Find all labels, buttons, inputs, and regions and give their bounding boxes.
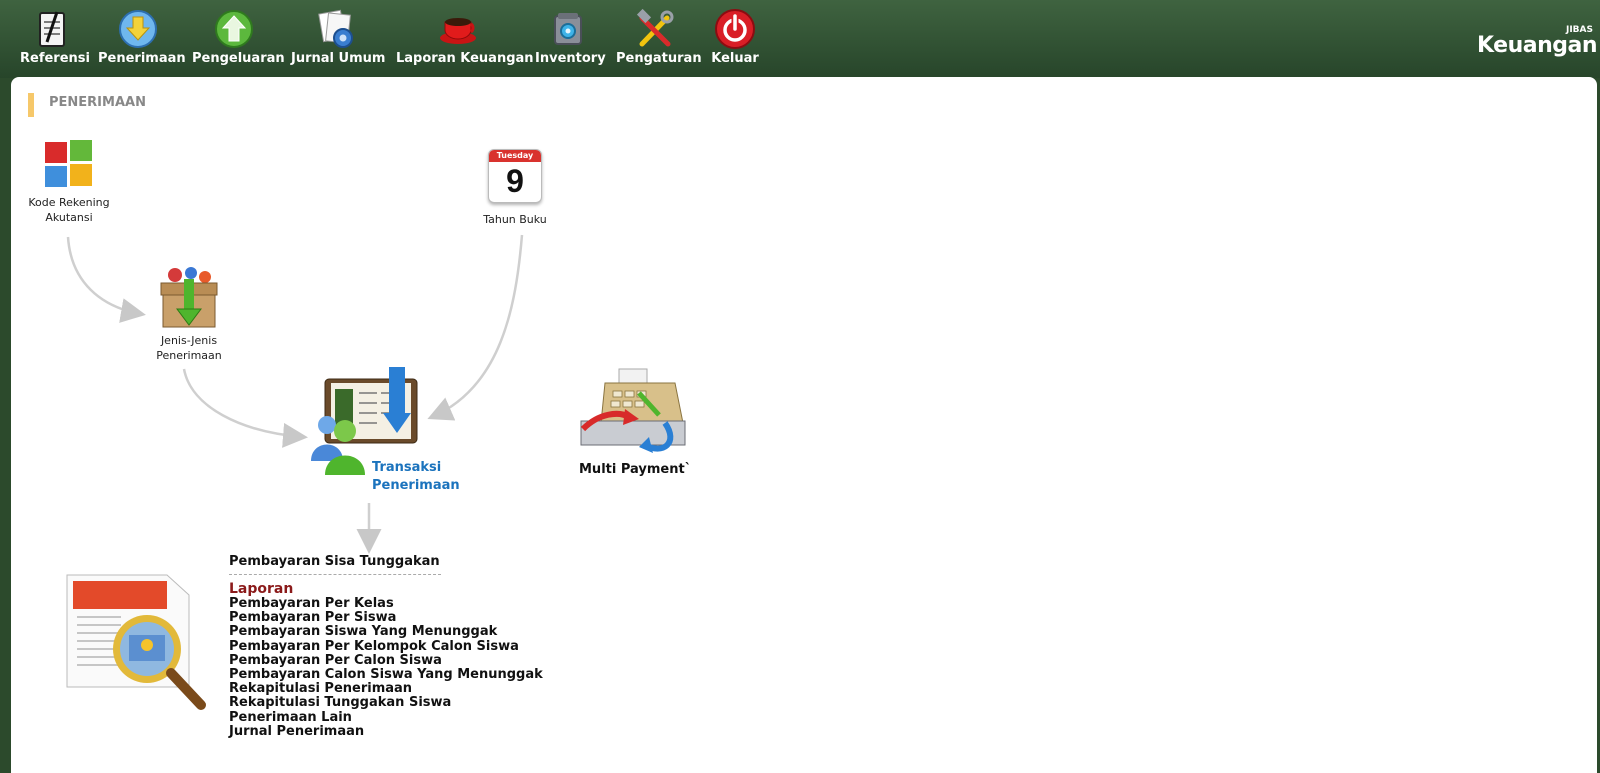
- toolbar-keluar-button[interactable]: Keluar: [710, 8, 760, 66]
- kode-rekening-label-line1: Kode Rekening: [28, 196, 110, 209]
- link-laporan-item[interactable]: Rekapitulasi Penerimaan: [229, 682, 543, 696]
- main-toolbar: Referensi Penerimaan Pengeluaran Jurnal …: [0, 0, 1600, 78]
- jenis-label-line1: Jenis-Jenis: [160, 334, 218, 347]
- report-magnifier-icon: [66, 574, 206, 710]
- toolbar-label: Inventory: [535, 51, 606, 66]
- kode-rekening-node[interactable]: Kode Rekening Akutansi: [25, 139, 113, 225]
- toolbar-label: Jurnal Umum: [291, 51, 386, 66]
- arrow-kode-to-jenis: [66, 236, 146, 323]
- toolbar-jurnal-umum-button[interactable]: Jurnal Umum: [291, 8, 386, 66]
- tahun-buku-label: Tahun Buku: [483, 213, 547, 226]
- report-magnifier-node: [65, 573, 210, 717]
- toolbar-inventory-button[interactable]: Inventory: [535, 8, 606, 66]
- arrow-jenis-to-transaksi: [182, 368, 308, 448]
- coffee-cup-icon: [440, 18, 476, 44]
- toolbar-label: Pengaturan: [616, 51, 702, 66]
- toolbar-referensi-button[interactable]: Referensi: [20, 8, 90, 66]
- link-laporan-item[interactable]: Pembayaran Per Kelas: [229, 596, 543, 611]
- jenis-penerimaan-node[interactable]: Jenis-Jenis Penerimaan: [149, 265, 229, 363]
- link-laporan-item[interactable]: Rekapitulasi Tunggakan Siswa: [229, 696, 543, 710]
- multi-payment-label: Multi Payment`: [579, 462, 692, 477]
- calendar-day: Tuesday: [489, 150, 541, 162]
- power-icon: [715, 9, 755, 49]
- calendar-icon: Tuesday 9: [488, 149, 542, 203]
- calendar-date: 9: [506, 163, 524, 199]
- tahun-buku-node[interactable]: Tuesday 9 Tahun Buku: [479, 149, 551, 227]
- jenis-label-line2: Penerimaan: [156, 349, 222, 362]
- transaksi-label-line2: Penerimaan: [372, 478, 460, 493]
- download-arrow-icon: [119, 10, 157, 48]
- link-laporan-item[interactable]: Pembayaran Siswa Yang Menunggak: [229, 625, 543, 639]
- link-laporan-item[interactable]: Penerimaan Lain: [229, 710, 543, 725]
- link-laporan-item[interactable]: Pembayaran Per Kelompok Calon Siswa: [229, 639, 543, 654]
- journal-gear-icon: [318, 9, 353, 48]
- links-divider: [229, 574, 441, 575]
- upload-arrow-icon: [215, 10, 253, 48]
- brand-logo: JIBAS Keuangan: [1476, 25, 1598, 58]
- cash-register-icon: [580, 368, 686, 453]
- link-pembayaran-sisa-tunggakan[interactable]: Pembayaran Sisa Tunggakan: [229, 554, 440, 569]
- laporan-links-list: Pembayaran Per Kelas Pembayaran Per Sisw…: [229, 596, 543, 739]
- toolbar-label: Penerimaan: [98, 51, 186, 66]
- camera-box-icon: [554, 13, 582, 45]
- toolbar-laporan-keuangan-button[interactable]: Laporan Keuangan: [396, 8, 534, 66]
- laporan-heading: Laporan: [229, 581, 294, 597]
- link-laporan-item[interactable]: Jurnal Penerimaan: [229, 724, 543, 739]
- toolbar-penerimaan-button[interactable]: Penerimaan: [98, 8, 186, 66]
- arrow-tahun-to-transaksi: [427, 234, 524, 421]
- content-panel: PENERIMAAN Kode Rekening Akutansi Tuesda…: [11, 77, 1597, 773]
- notepad-icon: [39, 11, 65, 47]
- multi-payment-node[interactable]: Multi Payment`: [579, 363, 692, 477]
- link-laporan-item[interactable]: Pembayaran Calon Siswa Yang Menunggak: [229, 667, 543, 682]
- toolbar-pengaturan-button[interactable]: Pengaturan: [616, 8, 702, 66]
- toolbar-label: Referensi: [20, 51, 90, 66]
- toolbar-label: Pengeluaran: [192, 51, 285, 66]
- kode-rekening-label-line2: Akutansi: [45, 211, 93, 224]
- link-laporan-item[interactable]: Pembayaran Per Siswa: [229, 611, 543, 625]
- tools-icon: [636, 8, 674, 47]
- toolbar-label: Keluar: [711, 51, 759, 66]
- color-grid-icon: [45, 140, 92, 187]
- brand-name: Keuangan: [1476, 33, 1598, 58]
- left-border: [0, 78, 11, 773]
- transaksi-penerimaan-node[interactable]: Transaksi Penerimaan: [305, 365, 460, 493]
- transaksi-label-line1: Transaksi: [372, 460, 442, 475]
- link-laporan-item[interactable]: Pembayaran Per Calon Siswa: [229, 653, 543, 668]
- toolbar-label: Laporan Keuangan: [396, 51, 534, 66]
- box-download-icon: [160, 267, 218, 328]
- toolbar-pengeluaran-button[interactable]: Pengeluaran: [192, 8, 285, 66]
- flow-connectors: [66, 234, 524, 554]
